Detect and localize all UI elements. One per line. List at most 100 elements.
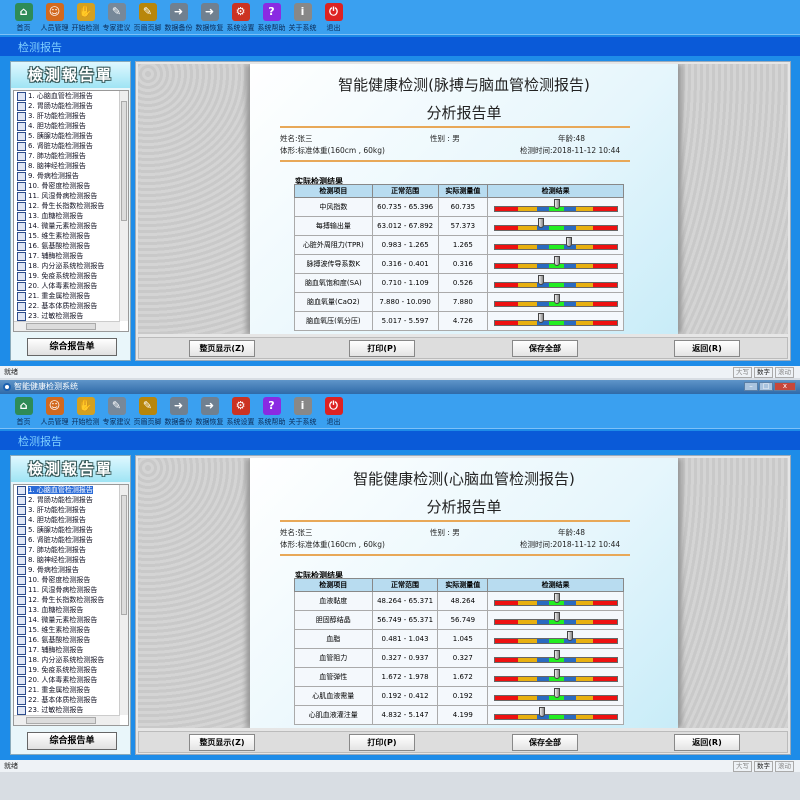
report-list-item[interactable]: 4. 胆功能检测报告 — [14, 121, 120, 131]
scrollbar-thumb[interactable] — [26, 323, 96, 330]
report-list-item[interactable]: 7. 肺功能检测报告 — [14, 545, 120, 555]
report-list-item[interactable]: 16. 氨基酸检测报告 — [14, 635, 120, 645]
report-list-item[interactable]: 2. 胃肠功能检测报告 — [14, 101, 120, 111]
report-list-item[interactable]: 13. 血糖检测报告 — [14, 605, 120, 615]
report-list-item[interactable]: 18. 内分泌系统检测报告 — [14, 261, 120, 271]
horizontal-scrollbar[interactable] — [14, 321, 120, 331]
report-list-item[interactable]: 10. 骨密度检测报告 — [14, 575, 120, 585]
report-list-item[interactable]: 11. 风湿骨病检测报告 — [14, 585, 120, 595]
report-list-item[interactable]: 16. 氨基酸检测报告 — [14, 241, 120, 251]
toolbar-button-users[interactable]: ☺ 人员管理 — [39, 394, 70, 428]
gauge-segment — [576, 715, 594, 719]
toolbar-button-gears[interactable]: ⚙ 系统设置 — [225, 0, 256, 34]
report-list-item[interactable]: 22. 基本体质检测报告 — [14, 301, 120, 311]
report-list-item[interactable]: 6. 肾脏功能检测报告 — [14, 535, 120, 545]
report-list-item[interactable]: 4. 胆功能检测报告 — [14, 515, 120, 525]
print-button[interactable]: 打印(P) — [349, 734, 415, 751]
report-list-item[interactable]: 5. 胰腺功能检测报告 — [14, 525, 120, 535]
report-list-item[interactable]: 6. 肾脏功能检测报告 — [14, 141, 120, 151]
report-list-item[interactable]: 5. 胰腺功能检测报告 — [14, 131, 120, 141]
toolbar-button-clipboard[interactable]: ✎ 专家建议 — [101, 0, 132, 34]
save-all-button[interactable]: 保存全部 — [512, 340, 578, 357]
back-button[interactable]: 返回(R) — [674, 734, 740, 751]
report-list-item[interactable]: 8. 脑神经检测报告 — [14, 161, 120, 171]
toolbar-button-backup[interactable]: ➜ 数据备份 — [163, 394, 194, 428]
report-list-item[interactable]: 3. 肝功能检测报告 — [14, 505, 120, 515]
report-list-item-label: 16. 氨基酸检测报告 — [28, 636, 91, 644]
toolbar-button-page-edit[interactable]: ✎ 页眉页脚 — [132, 394, 163, 428]
toolbar-button-exit[interactable]: ⏻ 退出 — [318, 0, 349, 34]
toolbar-button-restore[interactable]: ➜ 数据恢复 — [194, 394, 225, 428]
toolbar-label: 数据备份 — [164, 418, 193, 426]
hand-icon: ✋ — [76, 3, 95, 21]
toolbar-button-backup[interactable]: ➜ 数据备份 — [163, 0, 194, 34]
toolbar-button-home[interactable]: ⌂ 首页 — [8, 0, 39, 34]
toolbar-button-restore[interactable]: ➜ 数据恢复 — [194, 0, 225, 34]
scrollbar-thumb[interactable] — [26, 717, 96, 724]
toolbar-button-help[interactable]: ? 系统帮助 — [256, 394, 287, 428]
report-list-item[interactable]: 13. 血糖检测报告 — [14, 211, 120, 221]
toolbar-button-exit[interactable]: ⏻ 退出 — [318, 394, 349, 428]
result-gauge — [493, 218, 618, 231]
vertical-scrollbar[interactable] — [119, 485, 128, 715]
toolbar-label: 数据备份 — [164, 24, 193, 32]
toolbar-button-home[interactable]: ⌂ 首页 — [8, 394, 39, 428]
report-list-item[interactable]: 23. 过敏检测报告 — [14, 705, 120, 715]
report-list-item[interactable]: 1. 心脑血管检测报告 — [14, 91, 120, 101]
report-list-item[interactable]: 19. 免疫系统检测报告 — [14, 271, 120, 281]
close-button[interactable]: x — [774, 382, 796, 391]
fit-page-button[interactable]: 整页显示(Z) — [189, 340, 255, 357]
maximize-button[interactable]: □ — [759, 382, 773, 391]
toolbar: ⌂ 首页 ☺ 人员管理 ✋ 开始检测 ✎ 专家建议 ✎ 页眉页脚 ➜ 数据备份 ➜ 数据恢复 ⚙ 系统设置? 系… — [0, 394, 800, 429]
report-list-item[interactable]: 23. 过敏检测报告 — [14, 311, 120, 321]
report-list-item[interactable]: 20. 人体毒素检测报告 — [14, 675, 120, 685]
toolbar-button-gears[interactable]: ⚙ 系统设置 — [225, 394, 256, 428]
toolbar-button-help[interactable]: ? 系统帮助 — [256, 0, 287, 34]
toolbar-button-about[interactable]: i 关于系统 — [287, 394, 318, 428]
cell-result — [487, 629, 624, 649]
report-list-item[interactable]: 10. 骨密度检测报告 — [14, 181, 120, 191]
report-list-item[interactable]: 22. 基本体质检测报告 — [14, 695, 120, 705]
report-list-item[interactable]: 17. 辅酶检测报告 — [14, 251, 120, 261]
report-list-item[interactable]: 9. 骨病检测报告 — [14, 171, 120, 181]
toolbar-button-hand[interactable]: ✋ 开始检测 — [70, 394, 101, 428]
report-list-item[interactable]: 17. 辅酶检测报告 — [14, 645, 120, 655]
horizontal-scrollbar[interactable] — [14, 715, 120, 725]
report-list-item[interactable]: 1. 心脑血管检测报告 — [14, 485, 120, 495]
toolbar-button-page-edit[interactable]: ✎ 页眉页脚 — [132, 0, 163, 34]
summary-report-button[interactable]: 综合报告单 — [27, 338, 117, 356]
report-list-item[interactable]: 14. 微量元素检测报告 — [14, 615, 120, 625]
toolbar-button-about[interactable]: i 关于系统 — [287, 0, 318, 34]
report-list-item[interactable]: 15. 维生素检测报告 — [14, 231, 120, 241]
report-list-item[interactable]: 21. 重金属检测报告 — [14, 291, 120, 301]
summary-report-button[interactable]: 综合报告单 — [27, 732, 117, 750]
report-list-item[interactable]: 14. 微量元素检测报告 — [14, 221, 120, 231]
cell-range: 4.832 - 5.147 — [371, 705, 439, 725]
print-button[interactable]: 打印(P) — [349, 340, 415, 357]
toolbar-button-users[interactable]: ☺ 人员管理 — [39, 0, 70, 34]
save-all-button[interactable]: 保存全部 — [512, 734, 578, 751]
report-list-item[interactable]: 11. 风湿骨病检测报告 — [14, 191, 120, 201]
report-list-item[interactable]: 12. 骨生长指数检测报告 — [14, 595, 120, 605]
gauge-segment — [576, 639, 594, 643]
report-list-item[interactable]: 18. 内分泌系统检测报告 — [14, 655, 120, 665]
gauge-segment — [564, 302, 577, 306]
report-list-item[interactable]: 15. 维生素检测报告 — [14, 625, 120, 635]
minimize-button[interactable]: – — [744, 382, 758, 391]
report-list-item[interactable]: 8. 脑神经检测报告 — [14, 555, 120, 565]
report-list-item[interactable]: 12. 骨生长指数检测报告 — [14, 201, 120, 211]
toolbar-button-hand[interactable]: ✋ 开始检测 — [70, 0, 101, 34]
back-button[interactable]: 返回(R) — [674, 340, 740, 357]
report-list-item[interactable]: 2. 胃肠功能检测报告 — [14, 495, 120, 505]
report-list-item[interactable]: 19. 免疫系统检测报告 — [14, 665, 120, 675]
report-list-item[interactable]: 7. 肺功能检测报告 — [14, 151, 120, 161]
report-list-item[interactable]: 9. 骨病检测报告 — [14, 565, 120, 575]
scrollbar-thumb[interactable] — [121, 101, 127, 221]
fit-page-button[interactable]: 整页显示(Z) — [189, 734, 255, 751]
toolbar-button-clipboard[interactable]: ✎ 专家建议 — [101, 394, 132, 428]
report-list-item[interactable]: 3. 肝功能检测报告 — [14, 111, 120, 121]
vertical-scrollbar[interactable] — [119, 91, 128, 321]
scrollbar-thumb[interactable] — [121, 495, 127, 615]
report-list-item[interactable]: 21. 重金属检测报告 — [14, 685, 120, 695]
report-list-item[interactable]: 20. 人体毒素检测报告 — [14, 281, 120, 291]
